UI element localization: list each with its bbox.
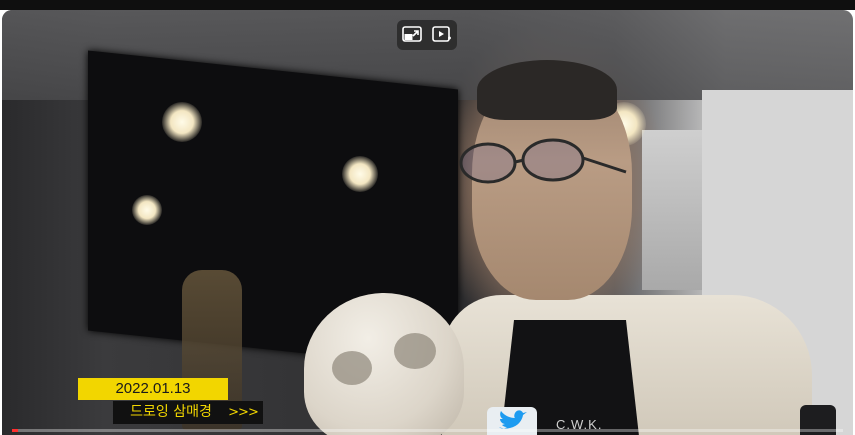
top-edge bbox=[0, 0, 855, 10]
scene-hair bbox=[477, 60, 617, 120]
caption-date: 2022.01.13 bbox=[78, 378, 228, 400]
video-frame[interactable] bbox=[2, 10, 853, 435]
caption-arrows: >>> bbox=[228, 405, 259, 420]
scene-skull bbox=[304, 293, 464, 435]
scene-glasses bbox=[459, 138, 627, 184]
progress-bar-fill bbox=[12, 429, 18, 432]
scene-light bbox=[342, 156, 378, 192]
player-overlay-controls bbox=[397, 20, 457, 50]
video-player[interactable]: 2022.01.13 드로잉 삼매경 >>> C.W.K. bbox=[0, 0, 855, 435]
progress-bar[interactable] bbox=[12, 429, 843, 432]
scene-skull-eye bbox=[394, 333, 436, 369]
scene-light bbox=[162, 102, 202, 142]
caption-title: 드로잉 삼매경 bbox=[130, 404, 212, 420]
caption-title-box: 드로잉 삼매경 >>> bbox=[113, 401, 263, 424]
scene-skull-eye bbox=[332, 351, 372, 385]
miniplayer-icon[interactable] bbox=[401, 24, 423, 46]
play-next-icon[interactable] bbox=[431, 24, 453, 46]
scene-light bbox=[132, 195, 162, 225]
